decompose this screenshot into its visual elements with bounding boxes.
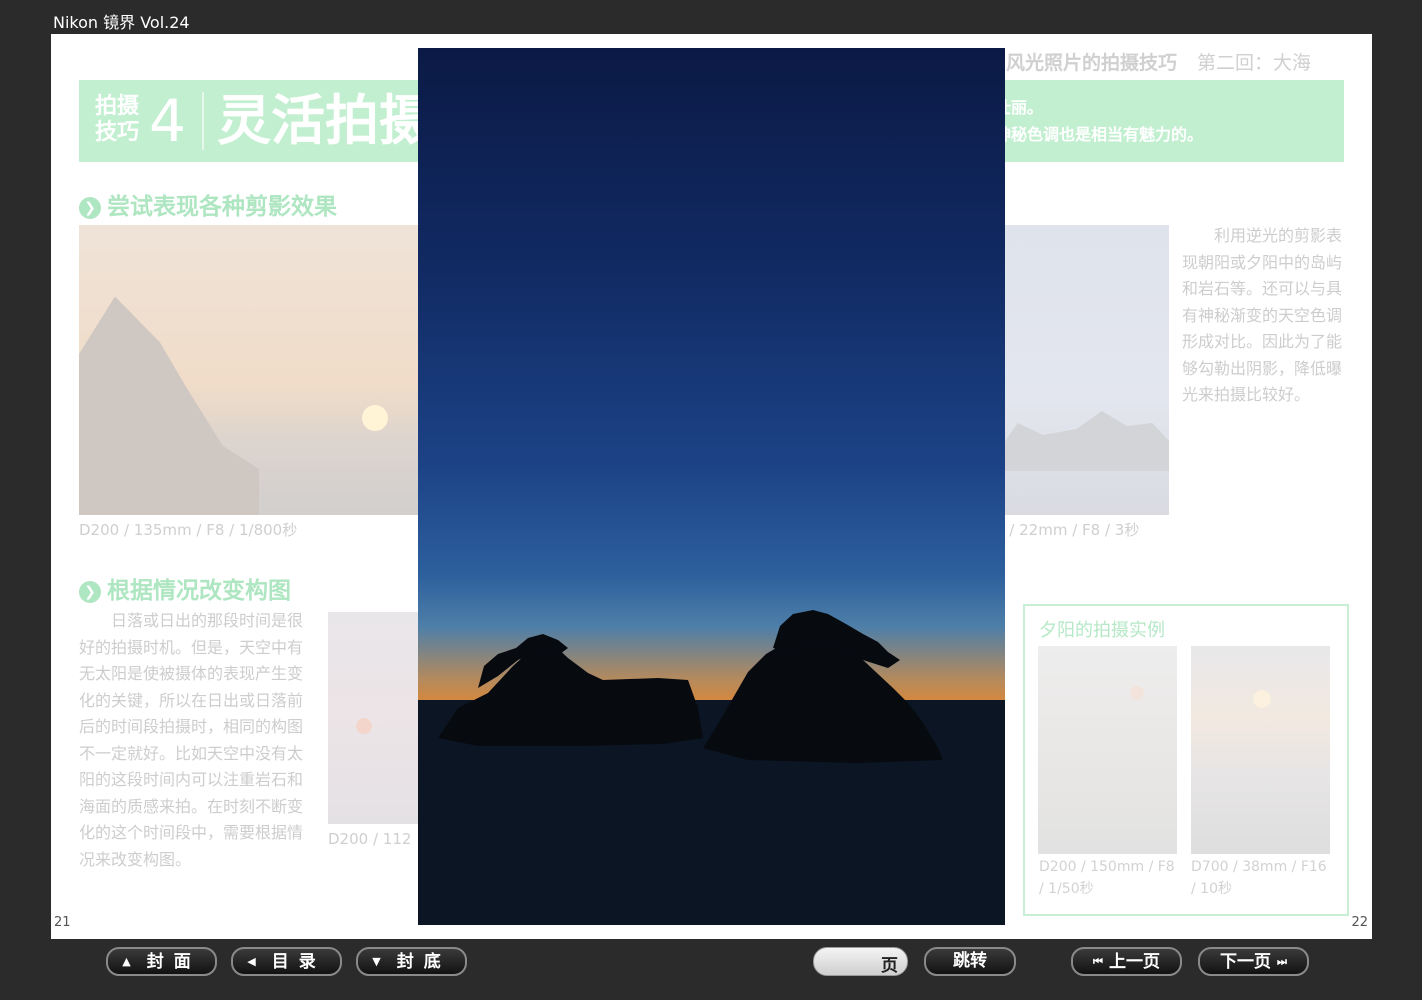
- sunrise-cliff-photo: [79, 225, 419, 515]
- sunset-examples-box: 夕阳的拍摄实例 D200 / 150mm / F8 / 1/50秒 D700 /…: [1023, 604, 1349, 916]
- section-heading-text: 尝试表现各种剪影效果: [107, 194, 337, 220]
- section-heading-silhouette: ❯ 尝试表现各种剪影效果: [79, 187, 337, 221]
- technique-label-line2: 技巧: [95, 120, 140, 145]
- skip-back-icon: ⏮: [1093, 955, 1103, 968]
- banner-desc-line1: 分壮丽。: [979, 98, 1044, 117]
- previous-page-button[interactable]: ⏮ 上一页: [1071, 947, 1182, 976]
- sun: [1253, 690, 1271, 708]
- body-paragraph: 日落或日出的那段时间是很好的拍摄时机。但是，天空中有无太阳是使被摄体的表现产生变…: [79, 611, 304, 869]
- series-header: 风光照片的拍摄技巧 第二回：大海: [1006, 48, 1311, 75]
- examples-title: 夕阳的拍摄实例: [1039, 620, 1165, 641]
- chevron-right-icon: ❯: [79, 581, 101, 603]
- back-cover-button[interactable]: ▼ 封底: [356, 947, 467, 976]
- photo2-caption: 0 / 22mm / F8 / 3秒: [995, 521, 1140, 539]
- cover-button[interactable]: ▲ 封面: [106, 947, 217, 976]
- photo3-caption: D200 / 112: [328, 830, 412, 848]
- left-island: [438, 644, 703, 746]
- jump-button[interactable]: 跳转: [924, 947, 1016, 976]
- cover-button-label: 封面: [146, 952, 201, 972]
- back-cover-button-label: 封底: [396, 952, 451, 972]
- triangle-left-icon: ◀: [247, 955, 266, 968]
- technique-label-line1: 拍摄: [95, 94, 140, 119]
- page-number-right: 22: [1351, 915, 1368, 930]
- cliff-silhouette: [79, 296, 259, 515]
- side-paragraph: 利用逆光的剪影表现朝阳或夕阳中的岛屿和岩石等。还可以与具有神秘渐变的天空色调形成…: [1182, 226, 1343, 404]
- sun: [362, 405, 388, 431]
- rock-islands-photo: [1001, 225, 1169, 515]
- sun: [1130, 686, 1144, 700]
- episode-title: 第二回：大海: [1197, 52, 1312, 74]
- section-heading-composition: ❯ 根据情况改变构图: [79, 571, 291, 605]
- example-caption-2: D700 / 38mm / F16 / 10秒: [1191, 859, 1327, 897]
- example-photo-2: [1191, 646, 1330, 854]
- triangle-up-icon: ▲: [122, 955, 141, 968]
- previous-page-label: 上一页: [1108, 952, 1160, 972]
- example-photo-1: [1038, 646, 1177, 854]
- chevron-right-icon: ❯: [79, 197, 101, 219]
- skip-forward-icon: ⏭: [1277, 955, 1287, 968]
- page-number-field[interactable]: 页: [813, 947, 908, 976]
- toc-button-label: 目录: [271, 952, 326, 972]
- page-suffix-label: 页: [881, 956, 898, 976]
- next-page-button[interactable]: 下一页 ⏭: [1198, 947, 1309, 976]
- banner-desc-line2: 的神秘色调也是相当有魅力的。: [979, 125, 1204, 144]
- triangle-down-icon: ▼: [372, 955, 391, 968]
- banner-divider: [202, 92, 204, 150]
- next-page-label: 下一页: [1220, 952, 1272, 972]
- technique-title: 灵活拍摄: [217, 89, 433, 152]
- island-silhouette-graphic: [418, 610, 1005, 925]
- page-number-input[interactable]: [824, 951, 878, 973]
- technique-label: 拍摄 技巧: [95, 94, 139, 146]
- enlarged-photo[interactable]: [418, 48, 1005, 925]
- sun: [356, 718, 372, 734]
- sea-sunset-photo: [328, 612, 428, 824]
- photo1-caption: D200 / 135mm / F8 / 1/800秒: [79, 521, 298, 539]
- series-title: 风光照片的拍摄技巧: [1006, 52, 1178, 74]
- rock-silhouette: [1001, 411, 1169, 471]
- section-heading-text: 根据情况改变构图: [107, 578, 291, 604]
- banner-description: 分壮丽。 的神秘色调也是相当有魅力的。: [979, 94, 1203, 148]
- table-of-contents-button[interactable]: ◀ 目录: [231, 947, 342, 976]
- technique-number: 4: [149, 87, 186, 155]
- app-title: Nikon 镜界 Vol.24: [53, 13, 190, 32]
- example-caption-1: D200 / 150mm / F8 / 1/50秒: [1039, 859, 1175, 897]
- page-number-left: 21: [54, 915, 71, 930]
